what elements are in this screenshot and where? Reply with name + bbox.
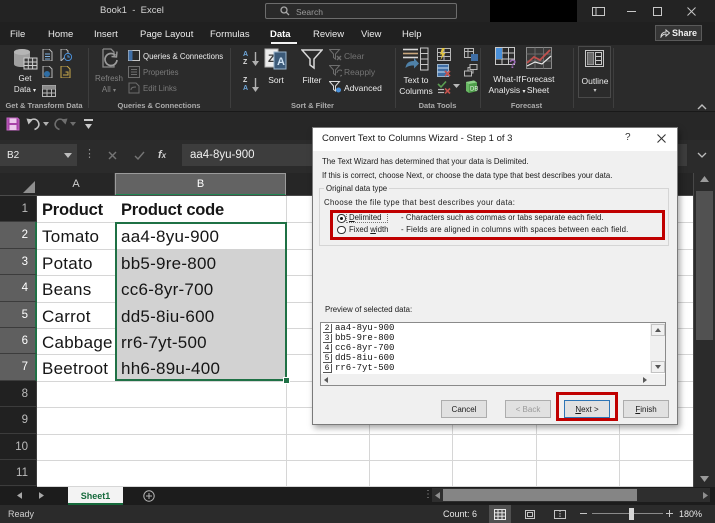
svg-text:DB: DB (470, 87, 478, 93)
svg-text:A: A (277, 56, 285, 68)
svg-text:?: ? (509, 57, 516, 69)
